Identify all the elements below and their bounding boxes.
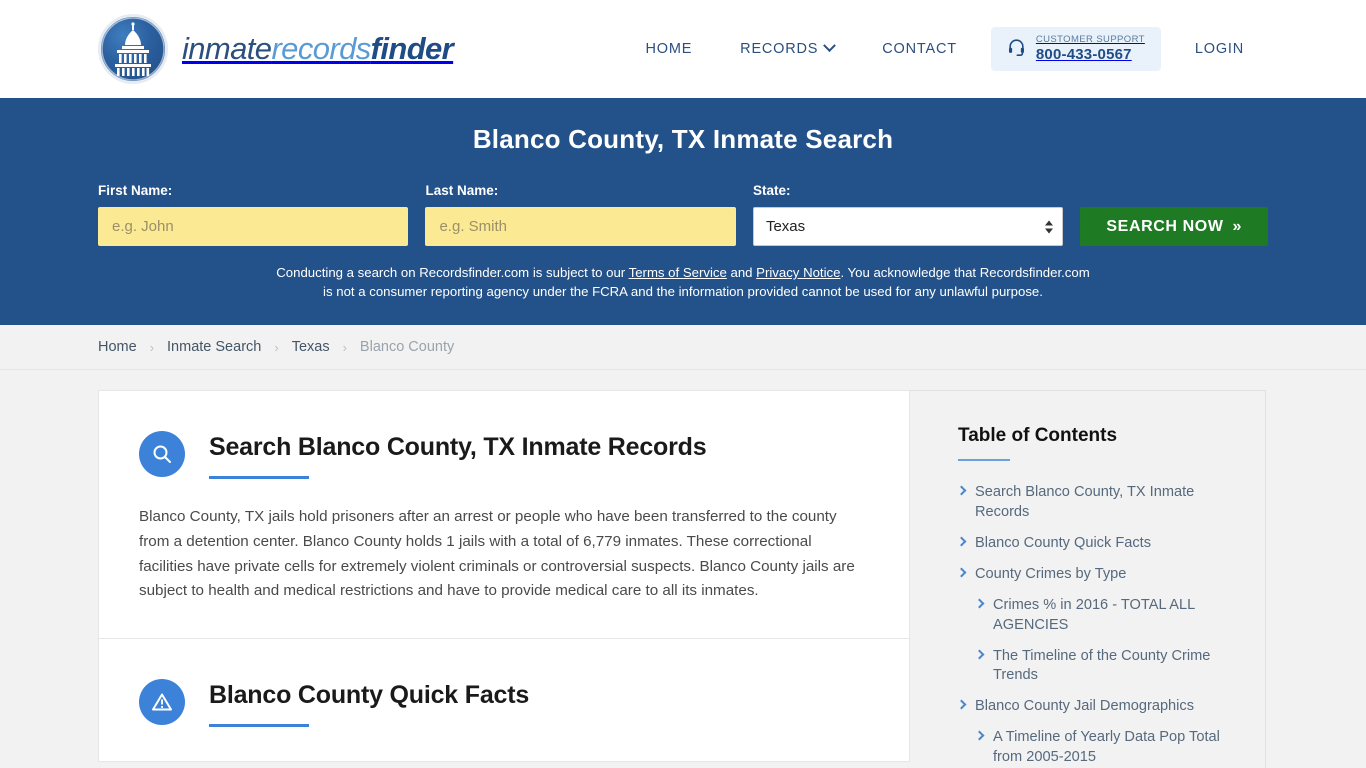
list-item[interactable]: Search Blanco County, TX Inmate Records — [956, 483, 1237, 523]
section-title: Search Blanco County, TX Inmate Records — [209, 433, 707, 462]
chevron-right-icon — [974, 730, 985, 741]
nav-home-label: HOME — [645, 40, 693, 57]
magnifier-icon — [139, 431, 185, 478]
double-chevron-right-icon: » — [1232, 217, 1243, 235]
disclaimer-text-mid: and — [726, 265, 757, 280]
breadcrumb-item-home[interactable]: Home — [98, 339, 137, 355]
chevron-right-icon — [956, 699, 967, 710]
toc-link[interactable]: The Timeline of the County Crime Trends — [993, 647, 1237, 687]
toc-list: Search Blanco County, TX Inmate Records … — [956, 483, 1237, 768]
support-label: CUSTOMER SUPPORT — [1035, 33, 1145, 45]
table-of-contents-panel: Table of Contents Search Blanco County, … — [910, 390, 1266, 768]
section-underline — [209, 723, 309, 727]
customer-support-block[interactable]: CUSTOMER SUPPORT 800-433-0567 — [990, 26, 1161, 72]
section-title: Blanco County Quick Facts — [209, 680, 530, 709]
logo-text-part2: records — [271, 31, 371, 66]
nav-home[interactable]: HOME — [621, 31, 716, 67]
privacy-notice-link[interactable]: Privacy Notice — [756, 265, 840, 280]
nav-records-label: RECORDS — [740, 40, 819, 57]
list-item[interactable]: County Crimes by Type — [956, 565, 1237, 585]
toc-link[interactable]: Search Blanco County, TX Inmate Records — [975, 483, 1237, 523]
state-select-value: Texas — [765, 218, 806, 235]
state-field-group: State: Texas — [752, 183, 1064, 246]
chevron-right-icon — [956, 567, 967, 578]
breadcrumb: Home › Inmate Search › Texas › Blanco Co… — [0, 325, 1366, 371]
logo-text-part3: finder — [370, 31, 454, 66]
search-now-label: SEARCH NOW — [1106, 217, 1224, 235]
first-name-label: First Name: — [98, 183, 173, 198]
breadcrumb-item-texas[interactable]: Texas — [292, 339, 330, 355]
section-title-wrapper: Search Blanco County, TX Inmate Records — [209, 429, 707, 480]
last-name-field-group: Last Name: — [425, 183, 736, 246]
state-select-wrapper[interactable]: Texas — [752, 207, 1064, 246]
section-header: Search Blanco County, TX Inmate Records — [139, 429, 869, 480]
section-header: Blanco County Quick Facts — [139, 677, 869, 727]
select-spinner-icon — [1045, 220, 1054, 233]
nav-records[interactable]: RECORDS — [716, 31, 858, 67]
list-item[interactable]: Blanco County Jail Demographics — [956, 697, 1237, 717]
toc-link[interactable]: Blanco County Jail Demographics — [975, 697, 1194, 717]
nav-login-label: LOGIN — [1194, 40, 1244, 57]
list-item[interactable]: The Timeline of the County Crime Trends — [958, 647, 1237, 687]
list-item[interactable]: Blanco County Quick Facts — [956, 534, 1237, 554]
headset-icon — [1007, 37, 1026, 61]
nav-login[interactable]: LOGIN — [1171, 31, 1268, 67]
chevron-right-icon — [974, 649, 985, 659]
last-name-input[interactable] — [425, 207, 736, 246]
toc-link[interactable]: County Crimes by Type — [975, 565, 1126, 585]
breadcrumb-separator-icon: › — [274, 339, 279, 355]
main-navigation: HOME RECORDS CONTACT CUSTOMER SUPPORT 80… — [621, 26, 1268, 72]
toc-link[interactable]: A Timeline of Yearly Data Pop Total from… — [993, 728, 1237, 768]
state-select[interactable]: Texas — [752, 207, 1064, 246]
first-name-input[interactable] — [98, 207, 409, 246]
nav-contact-label: CONTACT — [882, 40, 957, 57]
logo-wordmark: inmaterecordsfinder — [182, 31, 454, 67]
toc-title: Table of Contents — [958, 425, 1118, 447]
support-text: CUSTOMER SUPPORT 800-433-0567 — [1035, 33, 1145, 63]
breadcrumb-item-inmate-search[interactable]: Inmate Search — [167, 339, 261, 355]
breadcrumb-separator-icon: › — [149, 339, 155, 355]
inmate-search-form: First Name: Last Name: State: Texas SEAR… — [98, 183, 1269, 246]
search-disclaimer: Conducting a search on Recordsfinder.com… — [273, 264, 1093, 301]
terms-of-service-link[interactable]: Terms of Service — [629, 265, 727, 280]
chevron-right-icon — [956, 536, 967, 547]
site-header: inmaterecordsfinder HOME RECORDS CONTACT… — [0, 0, 1366, 98]
logo-text-part1: inmate — [182, 31, 272, 66]
disclaimer-text-pre: Conducting a search on Recordsfinder.com… — [276, 265, 629, 280]
chevron-right-icon — [974, 598, 985, 609]
toc-link[interactable]: Blanco County Quick Facts — [975, 534, 1151, 554]
chevron-right-icon — [956, 486, 967, 496]
section-search-records: Search Blanco County, TX Inmate Records … — [99, 391, 909, 638]
capitol-dome-icon — [98, 14, 168, 84]
toc-underline — [958, 459, 1010, 462]
warning-triangle-icon — [139, 678, 185, 725]
page-content: Search Blanco County, TX Inmate Records … — [0, 370, 1366, 768]
support-phone: 800-433-0567 — [1035, 45, 1132, 63]
list-item[interactable]: A Timeline of Yearly Data Pop Total from… — [958, 728, 1237, 768]
toc-link[interactable]: Crimes % in 2016 - TOTAL ALL AGENCIES — [993, 596, 1237, 636]
search-now-button[interactable]: SEARCH NOW » — [1080, 207, 1269, 246]
chevron-down-icon — [823, 39, 837, 53]
section-quick-facts: Blanco County Quick Facts — [99, 637, 909, 761]
last-name-label: Last Name: — [425, 183, 499, 198]
state-label: State: — [752, 183, 791, 198]
main-content-card: Search Blanco County, TX Inmate Records … — [98, 390, 910, 762]
section-body-text: Blanco County, TX jails hold prisoners a… — [139, 508, 855, 600]
site-logo[interactable]: inmaterecordsfinder — [98, 14, 454, 84]
breadcrumb-item-current: Blanco County — [359, 339, 455, 356]
page-title: Blanco County, TX Inmate Search — [472, 124, 894, 154]
breadcrumb-separator-icon: › — [342, 339, 347, 355]
section-underline — [209, 476, 309, 480]
list-item[interactable]: Crimes % in 2016 - TOTAL ALL AGENCIES — [958, 596, 1237, 636]
search-banner: Blanco County, TX Inmate Search First Na… — [0, 98, 1366, 326]
first-name-field-group: First Name: — [98, 183, 409, 246]
section-title-wrapper: Blanco County Quick Facts — [209, 677, 529, 727]
nav-contact[interactable]: CONTACT — [858, 31, 981, 67]
